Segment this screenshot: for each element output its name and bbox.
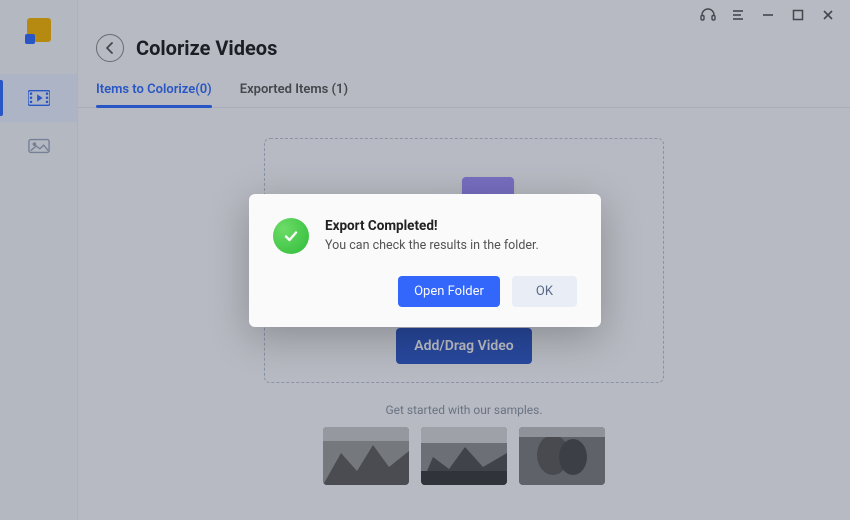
open-folder-button-label: Open Folder <box>414 284 484 299</box>
app-window: Colorize Videos Items to Colorize(0) Exp… <box>0 0 850 520</box>
dialog-message: You can check the results in the folder. <box>325 238 539 253</box>
open-folder-button[interactable]: Open Folder <box>398 276 500 307</box>
ok-button[interactable]: OK <box>512 276 577 307</box>
export-completed-dialog: Export Completed! You can check the resu… <box>249 194 601 327</box>
success-icon <box>273 218 309 254</box>
ok-button-label: OK <box>536 284 553 299</box>
dialog-title: Export Completed! <box>325 218 539 234</box>
modal-overlay: Export Completed! You can check the resu… <box>0 0 850 520</box>
